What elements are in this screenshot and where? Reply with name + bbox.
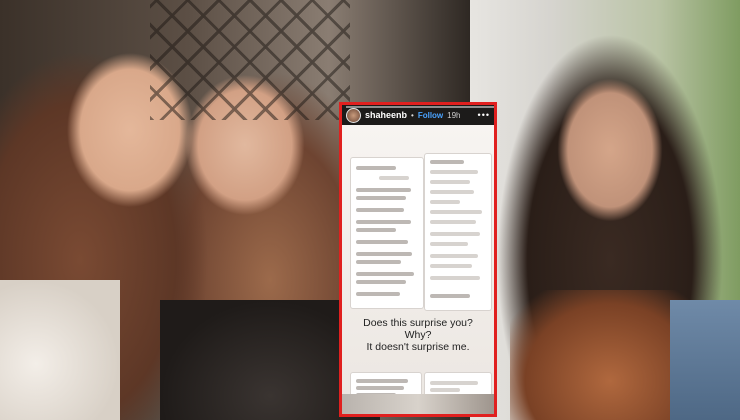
denim-jacket — [670, 300, 740, 420]
more-options-icon[interactable]: ••• — [478, 110, 490, 120]
username[interactable]: shaheenb — [365, 110, 407, 120]
story-caption: Does this surprise you? Why? It doesn't … — [342, 317, 494, 353]
chat-card-left — [350, 157, 424, 309]
caption-line-2: Why? — [404, 329, 432, 341]
story-header: shaheenb • Follow 19h ••• — [342, 105, 494, 125]
chat-screenshots: Does this surprise you? Why? It doesn't … — [342, 125, 494, 414]
follow-button[interactable]: Follow — [418, 111, 443, 120]
caption-line-1: Does this surprise you? — [363, 317, 473, 329]
story-bottom-strip — [342, 394, 494, 414]
right-photo — [470, 0, 740, 420]
story-progress-bar — [346, 106, 494, 108]
white-shirt — [0, 280, 120, 420]
post-age: 19h — [447, 110, 461, 120]
separator-dot: • — [411, 110, 414, 120]
lattice-background — [150, 0, 350, 120]
avatar[interactable] — [346, 107, 361, 123]
chat-card-right — [424, 153, 492, 311]
instagram-story-screenshot: shaheenb • Follow 19h ••• Does this surp… — [339, 102, 497, 417]
caption-line-3: It doesn't surprise me. — [366, 341, 470, 353]
